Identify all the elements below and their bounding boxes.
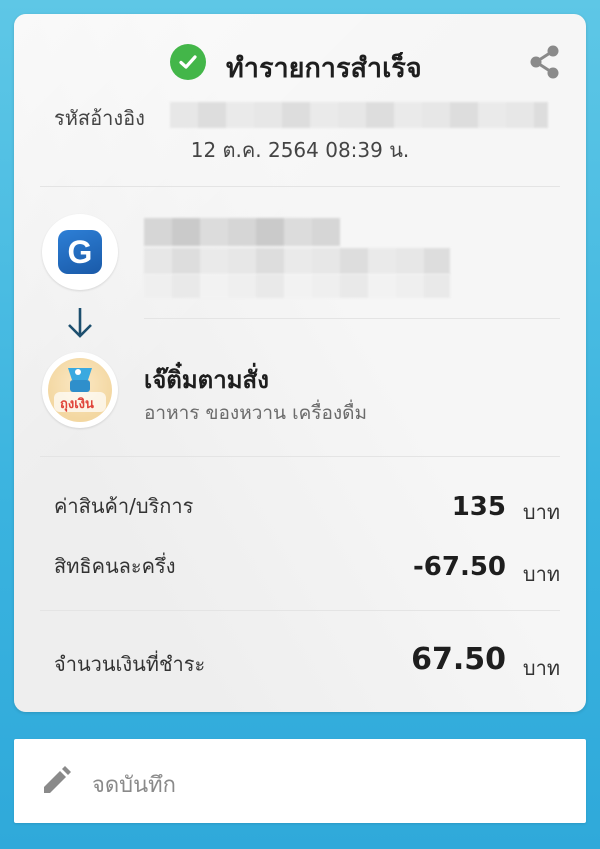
pencil-icon bbox=[40, 765, 72, 797]
merchant-name: เจ๊ติ๋มตามสั่ง bbox=[144, 366, 269, 394]
total-unit: บาท bbox=[522, 656, 560, 680]
merchant-avatar: ถุงเงิน bbox=[42, 352, 118, 428]
note-placeholder: จดบันทึก bbox=[92, 773, 177, 798]
discount-value: -67.50 bbox=[412, 552, 506, 582]
g-wallet-icon: G bbox=[58, 230, 102, 274]
receipt-header: ทำรายการสำเร็จ bbox=[14, 44, 586, 84]
discount-label: สิทธิคนละครึ่ง bbox=[54, 554, 176, 578]
total-value: 67.50 bbox=[411, 642, 506, 677]
money-bag-logo-icon: ถุงเงิน bbox=[48, 358, 112, 422]
product-price-value: 135 bbox=[451, 492, 506, 522]
total-label: จำนวนเงินที่ชำระ bbox=[54, 652, 206, 676]
sender-account-redacted bbox=[144, 248, 450, 274]
divider bbox=[40, 610, 560, 611]
sender-name-redacted bbox=[144, 218, 340, 246]
product-price-unit: บาท bbox=[522, 500, 560, 524]
product-price-label: ค่าสินค้า/บริการ bbox=[54, 494, 194, 518]
sender-detail-redacted bbox=[144, 274, 450, 298]
divider bbox=[40, 456, 560, 457]
transaction-date: 12 ต.ค. 2564 08:39 น. bbox=[190, 138, 410, 162]
merchant-logo-text: ถุงเงิน bbox=[60, 397, 94, 412]
sender-avatar: G bbox=[42, 214, 118, 290]
reference-label: รหัสอ้างอิง bbox=[54, 106, 145, 130]
reference-redacted bbox=[170, 102, 548, 128]
note-field[interactable]: จดบันทึก bbox=[14, 739, 586, 823]
share-icon[interactable] bbox=[528, 44, 562, 80]
divider bbox=[144, 318, 560, 319]
divider bbox=[40, 186, 560, 187]
page-title: ทำรายการสำเร็จ bbox=[226, 53, 422, 84]
merchant-category: อาหาร ของหวาน เครื่องดื่ม bbox=[144, 402, 368, 424]
arrow-down-icon bbox=[66, 306, 94, 340]
receipt-card: ทำรายการสำเร็จ รหัสอ้างอิง 12 ต.ค. 2564 … bbox=[14, 14, 586, 712]
check-circle-icon bbox=[170, 44, 206, 80]
discount-unit: บาท bbox=[522, 562, 560, 586]
